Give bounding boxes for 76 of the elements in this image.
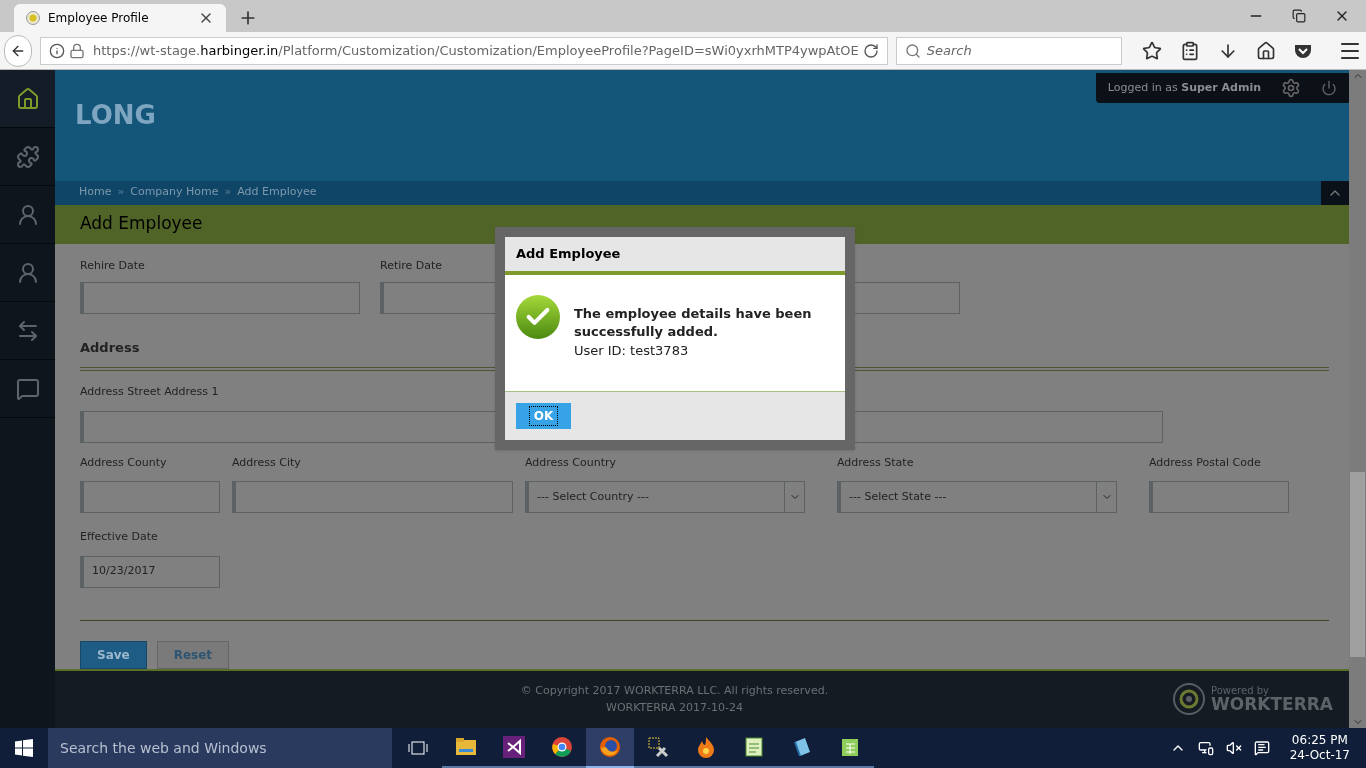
search-icon (904, 42, 921, 59)
field-label: Address City (232, 454, 302, 471)
field-label: Address County (80, 454, 168, 471)
bookmark-star-icon[interactable] (1142, 40, 1162, 61)
home-icon (15, 86, 40, 111)
pocket-icon[interactable] (1294, 42, 1312, 59)
user-id-text: User ID: test3783 (574, 342, 690, 360)
network-icon[interactable] (1197, 740, 1214, 756)
settings-icon[interactable] (1281, 78, 1301, 98)
spreadsheet-icon (839, 736, 861, 758)
site-logo-icon (26, 11, 40, 25)
workterra-logo-icon (1173, 683, 1205, 716)
scrollbar-thumb[interactable] (1350, 471, 1365, 657)
lock-icon (69, 42, 85, 59)
code-editor-icon (503, 736, 525, 758)
search-field[interactable]: Search (895, 36, 1122, 65)
back-button[interactable] (4, 34, 32, 67)
puzzle-icon (15, 144, 40, 169)
version-text: WORKTERRA 2017-10-24 (606, 699, 743, 716)
field-label: Rehire Date (80, 257, 145, 272)
ok-button[interactable]: OK (516, 402, 571, 429)
input-field[interactable] (1149, 481, 1289, 514)
breadcrumb-link[interactable]: Company Home (130, 184, 219, 201)
field-label: Address Postal Code (1149, 454, 1262, 471)
field-label: Effective Date (80, 529, 159, 546)
clock-date: 24-Oct-17 (1289, 748, 1350, 763)
address-bar[interactable]: https://wt-stage.harbinger.in/Platform/Customization/Customization/EmployeeProfile?PageID=sWi0yxrhMTP4ywpAtOE (40, 36, 888, 65)
save-button[interactable]: Save (80, 640, 147, 669)
breadcrumb-link[interactable]: Add Employee (237, 184, 317, 201)
flame-icon (695, 736, 717, 758)
footer-brand: WORKTERRA (1211, 695, 1333, 713)
chat-icon (15, 376, 40, 401)
field-label: Address Country (525, 454, 617, 471)
muted-speaker-icon[interactable] (1225, 740, 1242, 756)
success-check-icon (516, 295, 560, 339)
book-icon (791, 736, 813, 758)
windows-logo-icon (15, 739, 33, 757)
field-label: Address Street Address 1 (80, 384, 220, 401)
reading-list-icon[interactable] (1180, 40, 1200, 61)
input-field[interactable]: 10/23/2017 (80, 555, 220, 588)
tools-icon (647, 736, 669, 758)
reload-icon[interactable] (862, 42, 879, 59)
field-label: Address State (837, 454, 915, 471)
input-field[interactable] (80, 281, 360, 314)
taskbar-search-field[interactable]: Search the web and Windows (48, 728, 392, 768)
power-icon[interactable] (1321, 80, 1337, 96)
folder-icon (455, 737, 477, 757)
notification-icon[interactable] (1253, 740, 1270, 756)
page-title: Add Employee (80, 212, 203, 236)
browser-tab[interactable]: Employee Profile (14, 4, 226, 32)
home-icon[interactable] (1256, 40, 1276, 61)
firefox-icon (599, 736, 621, 758)
clock-time: 06:25 PM (1291, 733, 1348, 748)
breadcrumb-separator: » (117, 184, 125, 201)
select-field[interactable]: --- Select State --- (837, 481, 1117, 514)
logged-in-text: Logged in as Super Admin (1107, 79, 1261, 96)
breadcrumb-separator: » (224, 184, 232, 201)
brand-title: LONG (75, 98, 156, 132)
notepad-icon (743, 736, 765, 758)
info-icon (49, 42, 65, 59)
task-view-icon (408, 740, 428, 756)
select-field[interactable]: --- Select Country --- (525, 481, 805, 514)
breadcrumb-link[interactable]: Home (79, 184, 112, 201)
tab-title: Employee Profile (48, 10, 150, 27)
input-field[interactable] (232, 481, 513, 514)
dialog-message: The employee details have been successfully added. (574, 305, 813, 341)
sidebar-item[interactable] (0, 70, 55, 128)
section-title: Address (80, 338, 140, 357)
field-label: Retire Date (380, 257, 443, 272)
copyright-text: © Copyright 2017 WORKTERRA LLC. All rights reserved. (520, 683, 829, 700)
input-field[interactable] (80, 481, 220, 514)
chrome-icon (551, 736, 573, 758)
dialog-title: Add Employee (516, 245, 621, 264)
restore-icon[interactable] (1292, 9, 1306, 23)
powered-by-text: Powered by (1211, 685, 1270, 696)
url-text: https://wt-stage.harbinger.in/Platform/Customization/Customization/EmployeeProfile?PageID=sWi0yxrhMTP4ywpAtOE (93, 41, 859, 60)
